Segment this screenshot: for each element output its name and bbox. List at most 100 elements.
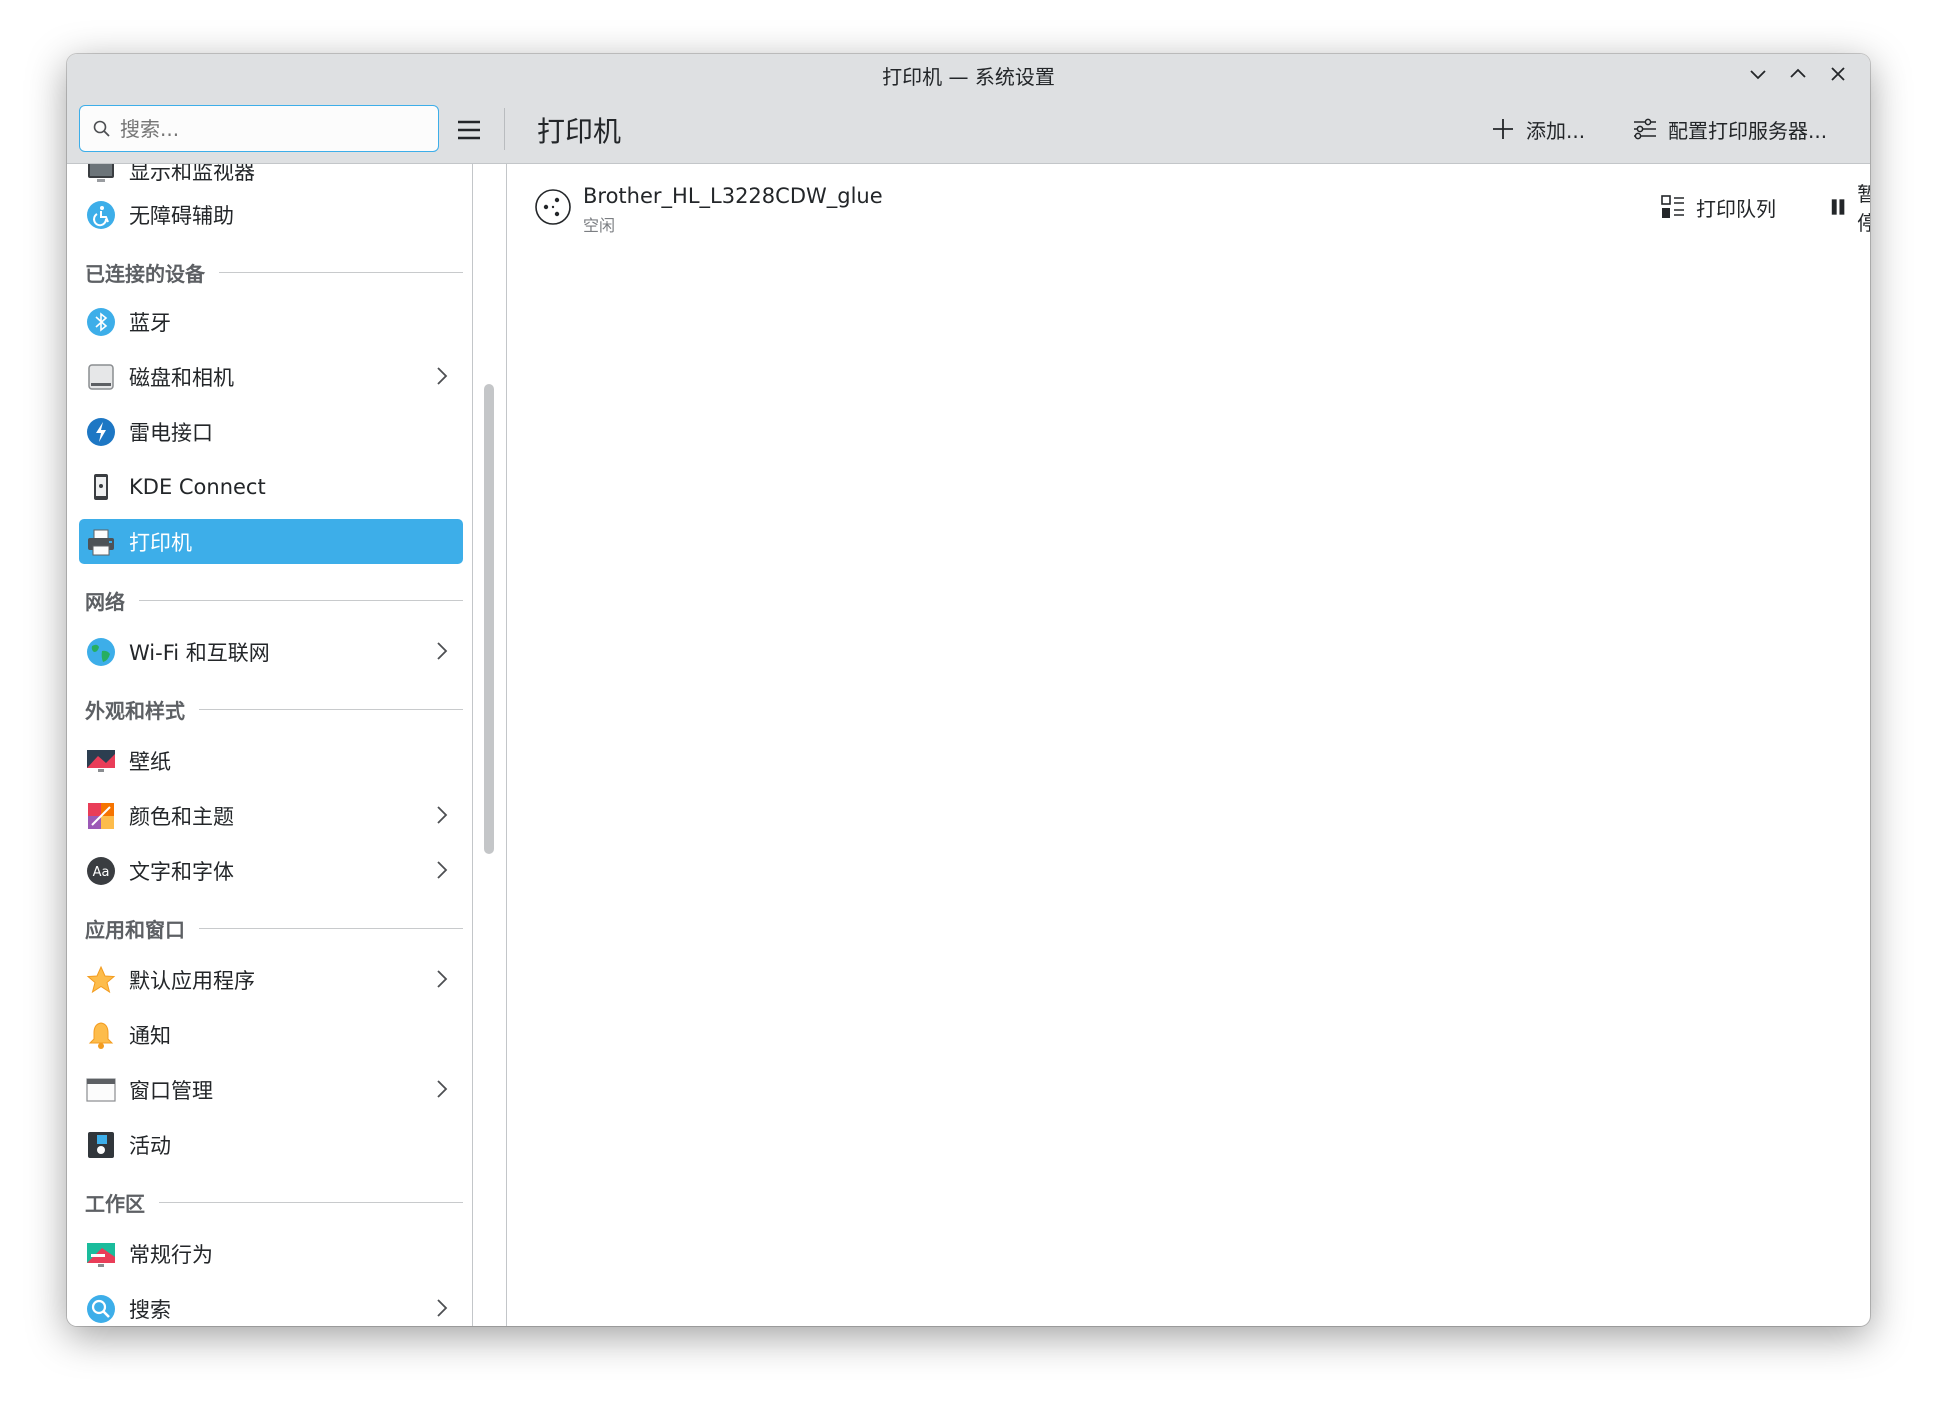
sidebar-item-colors-themes[interactable]: 颜色和主题: [79, 793, 463, 838]
minimize-button[interactable]: [1744, 60, 1772, 88]
bluetooth-icon: [85, 306, 117, 338]
plus-icon: [1493, 119, 1513, 139]
chevron-down-icon: [1750, 70, 1766, 80]
sidebar-item-printers[interactable]: 打印机: [79, 519, 463, 564]
settings-window: 打印机 — 系统设置 打印机 添加...: [67, 54, 1870, 1326]
sidebar-item-label: 雷电接口: [129, 420, 213, 445]
section-workspace: 工作区: [85, 1187, 463, 1217]
palette-icon: [85, 800, 117, 832]
sidebar-item-label: 颜色和主题: [129, 804, 234, 829]
sidebar-item-label: 显示和监视器: [129, 164, 255, 184]
svg-text:Aa: Aa: [93, 865, 110, 880]
sidebar-item-display[interactable]: 显示和监视器: [79, 164, 463, 193]
accessibility-icon: [85, 199, 117, 231]
section-title: 外观和样式: [85, 698, 185, 723]
pause-button[interactable]: 暂停: [1829, 182, 1870, 235]
chevron-up-icon: [1790, 68, 1806, 78]
star-icon: [85, 964, 117, 996]
section-network: 网络: [85, 585, 463, 615]
general-behavior-icon: [85, 1238, 117, 1270]
monitor-icon: [85, 164, 117, 187]
section-appearance: 外观和样式: [85, 694, 463, 724]
printer-status: 空闲: [583, 216, 616, 235]
sidebar-item-label: 通知: [129, 1023, 171, 1048]
sidebar-item-label: KDE Connect: [129, 474, 266, 499]
pause-label: 暂停: [1857, 182, 1870, 235]
hamburger-icon: [458, 120, 480, 140]
sidebar-item-label: 无障碍辅助: [129, 203, 234, 228]
sidebar-item-general-behavior[interactable]: 常规行为: [79, 1231, 463, 1276]
thunderbolt-icon: [85, 416, 117, 448]
chevron-right-icon: [437, 642, 448, 660]
wallpaper-icon: [85, 745, 117, 777]
sidebar-divider: [472, 164, 473, 1326]
sidebar-item-kde-connect[interactable]: KDE Connect: [79, 464, 463, 509]
sidebar-item-accessibility[interactable]: 无障碍辅助: [79, 192, 463, 237]
content-divider: [506, 164, 507, 1326]
sidebar-item-label: 常规行为: [129, 1242, 213, 1267]
print-queue-label: 打印队列: [1696, 196, 1776, 221]
globe-icon: [85, 636, 117, 668]
configure-print-server-button[interactable]: 配置打印服务器...: [1632, 110, 1827, 148]
sidebar-item-disks-cameras[interactable]: 磁盘和相机: [79, 354, 463, 399]
window-controls: [1744, 60, 1852, 88]
sidebar-item-label: 搜索: [129, 1297, 171, 1322]
sidebar-item-label: 蓝牙: [129, 310, 171, 335]
sidebar-item-notifications[interactable]: 通知: [79, 1012, 463, 1057]
menu-button[interactable]: [453, 114, 485, 146]
sidebar-item-wallpaper[interactable]: 壁纸: [79, 738, 463, 783]
search-input[interactable]: [118, 115, 412, 142]
chevron-right-icon: [437, 806, 448, 824]
search-settings-icon: [85, 1293, 117, 1325]
pause-icon: [1831, 199, 1845, 215]
sidebar-item-label: 磁盘和相机: [129, 365, 234, 390]
sidebar-item-search[interactable]: 搜索: [79, 1286, 463, 1326]
phone-icon: [85, 471, 117, 503]
printer-icon: [85, 526, 117, 558]
close-button[interactable]: [1824, 60, 1852, 88]
chevron-right-icon: [437, 367, 448, 385]
sidebar-item-label: 打印机: [129, 530, 192, 555]
configure-icon: [1634, 118, 1656, 140]
print-queue-button[interactable]: 打印队列: [1660, 188, 1776, 226]
activities-icon: [85, 1129, 117, 1161]
sidebar-scrollbar-thumb[interactable]: [484, 384, 494, 854]
printer-list-item[interactable]: Brother_HL_L3228CDW_glue 空闲 打印队列 暂停: [522, 174, 1870, 240]
close-icon: [1831, 67, 1845, 81]
sidebar-item-default-apps[interactable]: 默认应用程序: [79, 957, 463, 1002]
bell-icon: [85, 1019, 117, 1051]
font-icon: Aa: [85, 855, 117, 887]
window-icon: [85, 1074, 117, 1106]
printer-name: Brother_HL_L3228CDW_glue: [583, 184, 883, 208]
chevron-right-icon: [437, 970, 448, 988]
section-title: 应用和窗口: [85, 917, 185, 942]
section-apps-windows: 应用和窗口: [85, 913, 463, 943]
maximize-button[interactable]: [1784, 60, 1812, 88]
search-field[interactable]: [79, 105, 439, 152]
sidebar-item-wifi-internet[interactable]: Wi-Fi 和互联网: [79, 629, 463, 674]
print-queue-icon: [1661, 195, 1684, 218]
sidebar-item-text-fonts[interactable]: Aa 文字和字体: [79, 848, 463, 893]
add-printer-button[interactable]: 添加...: [1490, 110, 1585, 148]
section-title: 工作区: [85, 1191, 145, 1216]
sidebar-item-bluetooth[interactable]: 蓝牙: [79, 299, 463, 344]
chevron-right-icon: [437, 1299, 448, 1317]
title-bar[interactable]: 打印机 — 系统设置: [67, 54, 1870, 96]
page-title: 打印机: [537, 115, 622, 148]
chevron-right-icon: [437, 1080, 448, 1098]
add-printer-label: 添加...: [1526, 118, 1586, 143]
section-title: 网络: [85, 589, 125, 614]
disk-icon: [85, 361, 117, 393]
sidebar-item-activities[interactable]: 活动: [79, 1122, 463, 1167]
sidebar-item-window-management[interactable]: 窗口管理: [79, 1067, 463, 1112]
sidebar-item-label: 文字和字体: [129, 859, 234, 884]
printer-idle-icon: [535, 189, 571, 225]
sidebar: 显示和监视器 无障碍辅助 已连接的设备 蓝牙 磁盘和相机 雷电接口 KDE Co…: [67, 164, 472, 1326]
sidebar-item-label: Wi-Fi 和互联网: [129, 640, 270, 665]
section-connected-devices: 已连接的设备: [85, 257, 463, 287]
sidebar-item-thunderbolt[interactable]: 雷电接口: [79, 409, 463, 454]
window-title: 打印机 — 系统设置: [882, 64, 1055, 89]
configure-print-server-label: 配置打印服务器...: [1668, 118, 1828, 143]
toolbar: 打印机 添加... 配置打印服务器...: [67, 96, 1870, 164]
toolbar-divider: [504, 108, 505, 150]
